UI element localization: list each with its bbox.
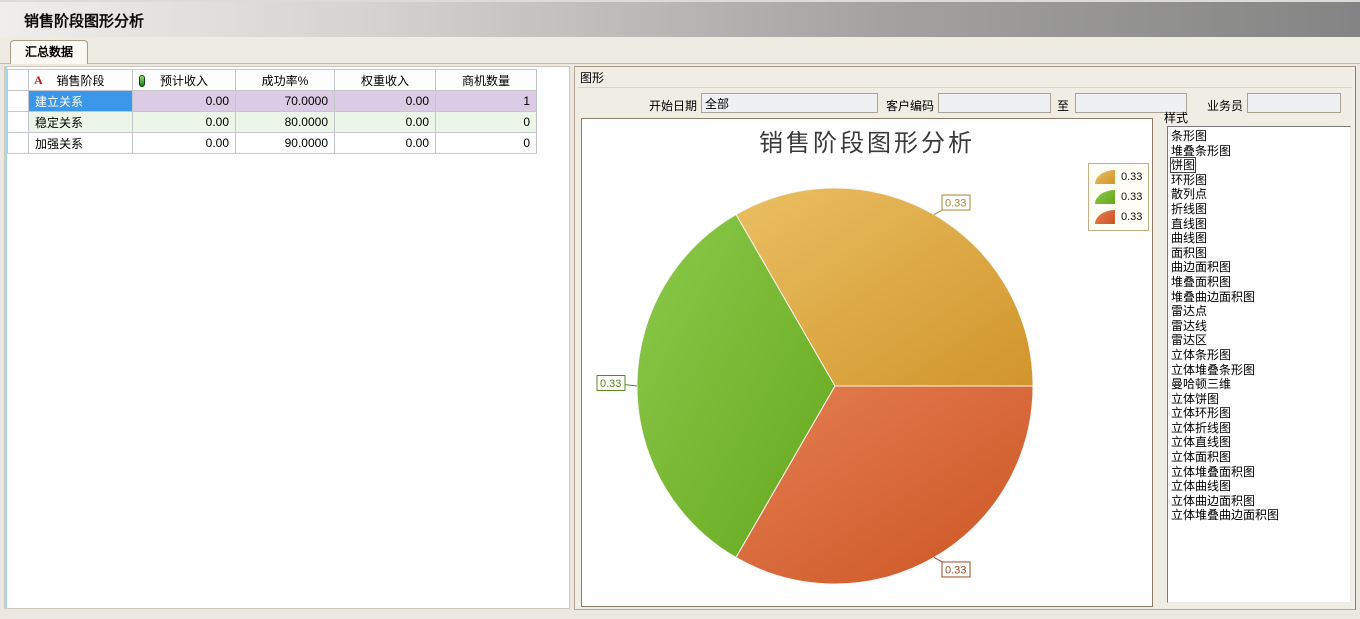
col-header-stage[interactable]: A 销售阶段 [29,70,133,91]
cell-count[interactable]: 0 [436,112,537,133]
window-titlebar: 销售阶段图形分析 [0,0,1360,37]
row-indicator-cell[interactable] [8,133,29,154]
styles-panel-caption: 样式 [1164,109,1188,126]
cell-stage[interactable]: 稳定关系 [29,112,133,133]
tab-summary-data[interactable]: 汇总数据 [10,40,88,64]
list-item[interactable]: 立体堆叠曲边面积图 [1168,508,1350,523]
list-item[interactable]: 环形图 [1168,173,1350,188]
start-date-input[interactable] [701,93,878,113]
page-title: 销售阶段图形分析 [24,10,144,31]
stage-table-body: 建立关系0.0070.00000.001稳定关系0.0080.00000.000… [8,91,537,154]
caption-separator [578,87,1352,88]
legend-marker-icon [1095,190,1115,204]
list-item[interactable]: 雷达区 [1168,333,1350,348]
list-item[interactable]: 雷达线 [1168,319,1350,334]
list-item[interactable]: 直线图 [1168,217,1350,232]
customer-code-label: 客户编码 [880,97,934,114]
table-header-row: A 销售阶段 预计收入 成功率% 权重收入 商机数量 [8,70,537,91]
list-item[interactable]: 立体堆叠面积图 [1168,465,1350,480]
cell-success[interactable]: 90.0000 [236,133,335,154]
cell-success[interactable]: 70.0000 [236,91,335,112]
list-item[interactable]: 立体饼图 [1168,392,1350,407]
legend-item: 0.33 [1095,208,1142,226]
col-header-count[interactable]: 商机数量 [436,70,537,91]
list-item[interactable]: 立体条形图 [1168,348,1350,363]
summary-grid-panel: A 销售阶段 预计收入 成功率% 权重收入 商机数量 [4,66,570,609]
cell-weighted[interactable]: 0.00 [335,133,436,154]
to-label: 至 [1057,97,1073,114]
legend-label: 0.33 [1121,211,1142,223]
table-row[interactable]: 建立关系0.0070.00000.001 [8,91,537,112]
list-item[interactable]: 立体折线图 [1168,421,1350,436]
graph-panel: 图形 开始日期 客户编码 至 业务员 0.33 0.33 0.33 销售阶段图形分析… [574,66,1356,610]
row-indicator-cell[interactable] [8,91,29,112]
list-item[interactable]: 饼图 [1168,158,1350,173]
col-header-expected[interactable]: 预计收入 [133,70,236,91]
list-item[interactable]: 立体环形图 [1168,406,1350,421]
list-item[interactable]: 堆叠曲边面积图 [1168,290,1350,305]
col-header-label: 成功率% [262,74,309,88]
list-item[interactable]: 散列点 [1168,187,1350,202]
col-header-label: 商机数量 [462,74,510,88]
list-item[interactable]: 折线图 [1168,202,1350,217]
slice-value-label: 0.33 [600,378,621,390]
table-row[interactable]: 稳定关系0.0080.00000.000 [8,112,537,133]
legend-label: 0.33 [1121,171,1142,183]
customer-code-input[interactable] [938,93,1051,113]
salesman-label: 业务员 [1201,97,1243,114]
red-a-icon: A [34,73,43,88]
cell-stage[interactable]: 加强关系 [29,133,133,154]
pie-chart: 0.33 0.33 0.33 [582,119,1152,606]
list-item[interactable]: 面积图 [1168,246,1350,261]
cell-weighted[interactable]: 0.00 [335,91,436,112]
cell-weighted[interactable]: 0.00 [335,112,436,133]
slice-value-label: 0.33 [945,198,966,210]
list-item[interactable]: 堆叠面积图 [1168,275,1350,290]
cell-expected[interactable]: 0.00 [133,91,236,112]
row-indicator-cell[interactable] [8,112,29,133]
chart-style-listbox[interactable]: 条形图堆叠条形图饼图环形图散列点折线图直线图曲线图面积图曲边面积图堆叠面积图堆叠… [1167,126,1351,603]
cell-expected[interactable]: 0.00 [133,112,236,133]
row-indicator-header [8,70,29,91]
col-header-success[interactable]: 成功率% [236,70,335,91]
cell-expected[interactable]: 0.00 [133,133,236,154]
chart-area: 0.33 0.33 0.33 销售阶段图形分析 0.33 0.33 0.33 [581,118,1153,607]
salesman-input[interactable] [1247,93,1341,113]
col-header-label: 预计收入 [160,74,208,88]
cell-stage[interactable]: 建立关系 [29,91,133,112]
table-row[interactable]: 加强关系0.0090.00000.000 [8,133,537,154]
chart-legend: 0.33 0.33 0.33 [1088,163,1149,231]
col-header-weighted[interactable]: 权重收入 [335,70,436,91]
legend-marker-icon [1095,170,1115,184]
list-item[interactable]: 曲线图 [1168,231,1350,246]
list-item[interactable]: 曲边面积图 [1168,260,1350,275]
cell-count[interactable]: 1 [436,91,537,112]
list-item[interactable]: 雷达点 [1168,304,1350,319]
col-header-label: 销售阶段 [56,74,104,88]
cell-count[interactable]: 0 [436,133,537,154]
list-item[interactable]: 条形图 [1168,129,1350,144]
list-item[interactable]: 立体曲线图 [1168,479,1350,494]
app-window: 销售阶段图形分析 汇总数据 A 销售阶段 预计收入 [0,0,1360,619]
list-item[interactable]: 立体堆叠条形图 [1168,363,1350,378]
list-item[interactable]: 立体曲边面积图 [1168,494,1350,509]
graph-panel-caption: 图形 [580,69,604,86]
list-item[interactable]: 曼哈顿三维 [1168,377,1350,392]
tab-strip: 汇总数据 [0,37,1360,64]
tabstrip-divider [0,63,1360,64]
start-date-label: 开始日期 [635,97,697,114]
list-item[interactable]: 立体直线图 [1168,435,1350,450]
legend-item: 0.33 [1095,188,1142,206]
legend-marker-icon [1095,210,1115,224]
legend-label: 0.33 [1121,191,1142,203]
chart-title: 销售阶段图形分析 [582,123,1152,158]
list-item[interactable]: 堆叠条形图 [1168,144,1350,159]
green-pill-icon [139,75,145,87]
slice-value-label: 0.33 [945,564,966,576]
stage-table: A 销售阶段 预计收入 成功率% 权重收入 商机数量 [7,69,537,154]
legend-item: 0.33 [1095,168,1142,186]
cell-success[interactable]: 80.0000 [236,112,335,133]
col-header-label: 权重收入 [361,74,409,88]
list-item[interactable]: 立体面积图 [1168,450,1350,465]
